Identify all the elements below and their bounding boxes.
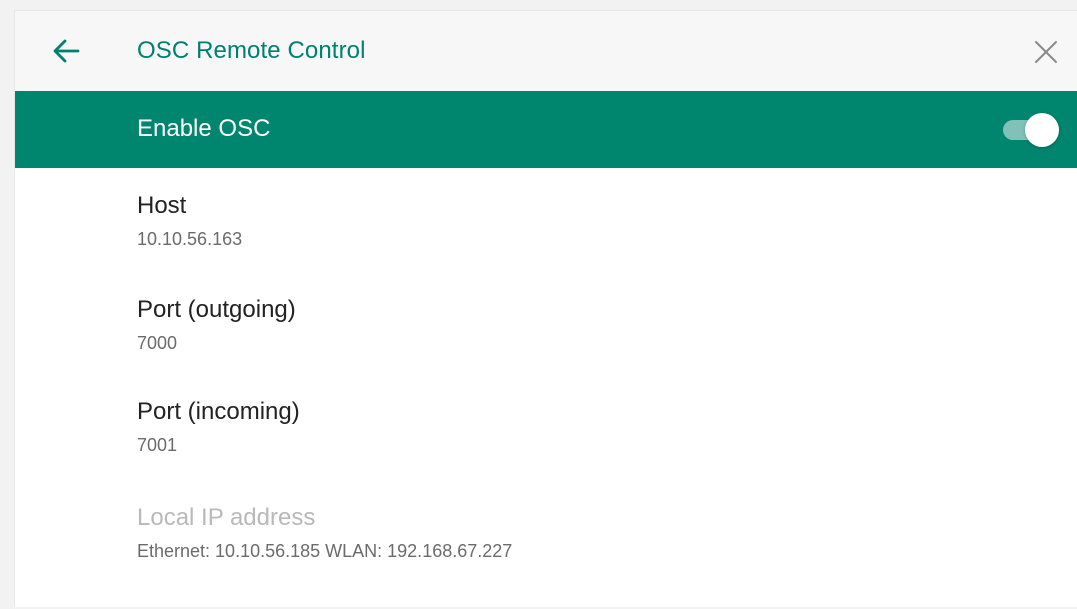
host-value: 10.10.56.163: [137, 229, 243, 249]
toggle-thumb: [1025, 113, 1059, 147]
port-outgoing-value: 7000: [137, 333, 178, 353]
page-title: OSC Remote Control: [137, 37, 366, 64]
port-incoming-title: Port (incoming): [137, 398, 300, 425]
local-ip-value: Ethernet: 10.10.56.185 WLAN: 192.168.67.…: [137, 541, 513, 561]
host-title: Host: [137, 192, 187, 219]
close-icon[interactable]: [1033, 39, 1059, 65]
port-incoming-value: 7001: [137, 435, 178, 455]
app-bar: OSC Remote Control: [15, 11, 1077, 91]
host-preference[interactable]: Host 10.10.56.163: [137, 191, 937, 251]
arrow-left-icon[interactable]: [51, 37, 81, 65]
port-incoming-preference[interactable]: Port (incoming) 7001: [137, 397, 937, 457]
enable-osc-toggle[interactable]: [1001, 113, 1059, 147]
port-outgoing-preference[interactable]: Port (outgoing) 7000: [137, 295, 937, 355]
enable-osc-row[interactable]: Enable OSC: [15, 91, 1077, 168]
enable-osc-label: Enable OSC: [137, 115, 271, 142]
port-outgoing-title: Port (outgoing): [137, 296, 296, 323]
osc-settings-dialog: OSC Remote Control Enable OSC Host 10.10…: [14, 10, 1077, 607]
local-ip-title: Local IP address: [137, 504, 316, 531]
local-ip-preference: Local IP address Ethernet: 10.10.56.185 …: [137, 503, 937, 563]
